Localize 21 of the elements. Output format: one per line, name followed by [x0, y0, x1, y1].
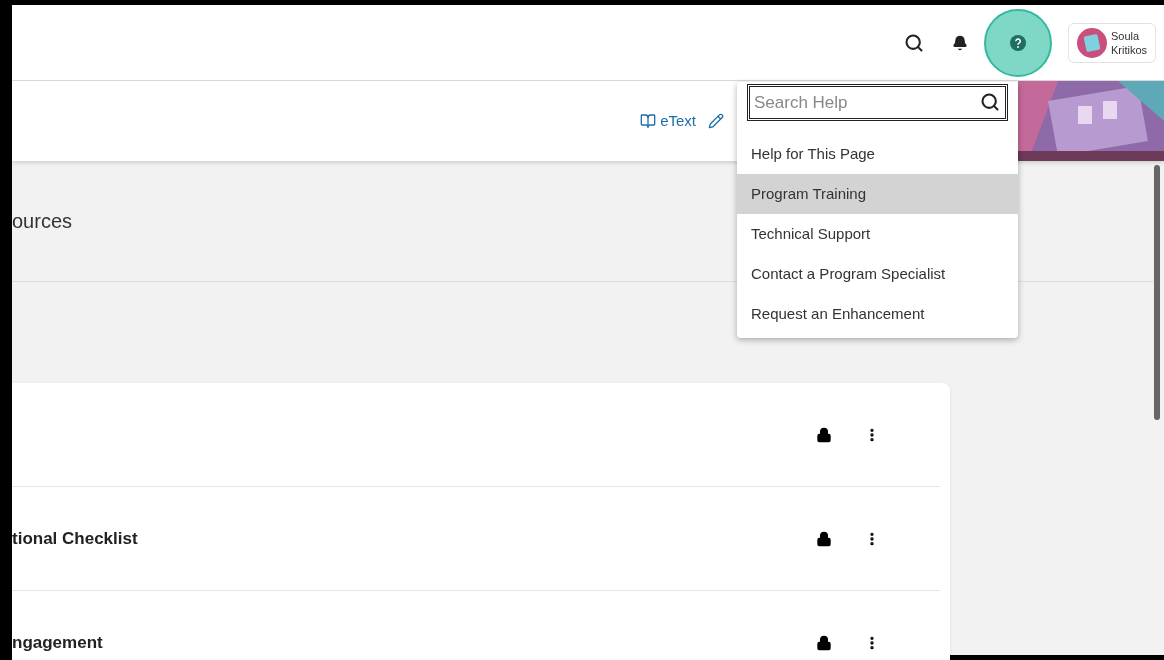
help-menu-item[interactable]: Contact a Program Specialist: [737, 254, 1018, 294]
scrollbar[interactable]: [1154, 165, 1160, 420]
help-menu-item[interactable]: Request an Enhancement: [737, 294, 1018, 334]
help-menu-item[interactable]: Help for This Page: [737, 134, 1018, 174]
user-first-name: Soula: [1110, 28, 1141, 43]
row-title[interactable]: tional Checklist: [12, 525, 138, 552]
question-icon: [1009, 34, 1026, 51]
section-title: ources: [12, 209, 73, 234]
book-icon: [640, 113, 657, 129]
user-button[interactable]: Soula Kritikos: [1067, 22, 1156, 63]
row-title[interactable]: ngagement: [12, 629, 103, 656]
search-icon[interactable]: [903, 32, 924, 53]
help-menu-item[interactable]: Technical Support: [737, 214, 1018, 254]
avatar-icon: [1076, 27, 1107, 58]
search-icon[interactable]: [980, 92, 1000, 112]
bell-icon[interactable]: [951, 34, 968, 51]
user-last-name: Kritikos: [1110, 42, 1147, 57]
search-help-field[interactable]: Search Help: [747, 84, 1008, 121]
etext-link[interactable]: eText: [640, 109, 696, 133]
pencil-icon[interactable]: [708, 113, 724, 129]
help-menu-item[interactable]: Program Training: [737, 174, 1018, 214]
